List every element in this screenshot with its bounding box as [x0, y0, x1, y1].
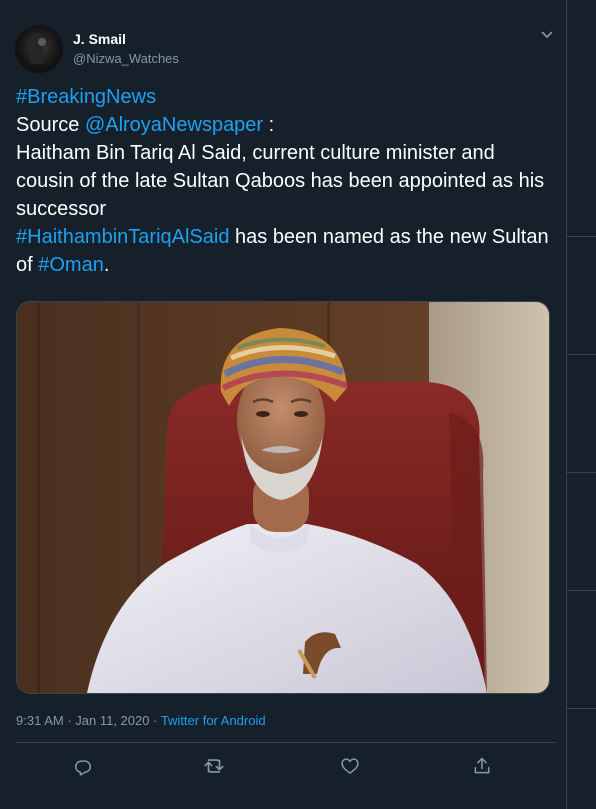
like-button[interactable]	[339, 755, 361, 777]
tweet-actions	[16, 743, 556, 793]
mention-alroyanewspaper[interactable]: @AlroyaNewspaper	[85, 114, 263, 136]
adjacent-divider	[567, 472, 596, 473]
heart-icon	[341, 758, 359, 774]
share-button[interactable]	[471, 755, 493, 777]
portrait-illustration	[17, 302, 549, 693]
tweet-card[interactable]: J. Smail @Nizwa_Watches #BreakingNews So…	[0, 0, 567, 809]
source-label: Source	[16, 114, 85, 136]
tweet-date[interactable]: Jan 11, 2020	[75, 713, 149, 728]
tweet-source-app[interactable]: Twitter for Android	[161, 713, 266, 728]
hashtag-oman[interactable]: #Oman	[38, 254, 104, 276]
source-suffix: :	[263, 114, 275, 136]
tweet-header: J. Smail @Nizwa_Watches	[15, 25, 555, 73]
share-icon	[474, 757, 490, 774]
tweet-time[interactable]: 9:31 AM	[16, 713, 64, 728]
chevron-down-icon[interactable]	[539, 27, 555, 43]
retweet-button[interactable]	[203, 755, 225, 777]
tweet-text: #BreakingNews Source @AlroyaNewspaper : …	[16, 83, 556, 279]
meta-separator-2: ·	[149, 713, 161, 728]
tweet-photo[interactable]	[16, 301, 550, 694]
announcement-text: Haitham Bin Tariq Al Said, current cultu…	[16, 142, 545, 220]
author-handle[interactable]: @Nizwa_Watches	[73, 50, 179, 67]
avatar[interactable]	[15, 25, 63, 73]
adjacent-divider	[567, 590, 596, 591]
author-names[interactable]: J. Smail @Nizwa_Watches	[73, 31, 179, 67]
reply-icon	[74, 760, 92, 776]
adjacent-divider	[567, 354, 596, 355]
tweet-meta: 9:31 AM · Jan 11, 2020 · Twitter for And…	[16, 712, 266, 729]
adjacent-divider	[567, 708, 596, 709]
reply-button[interactable]	[72, 755, 94, 777]
adjacent-divider	[567, 236, 596, 237]
author-display-name[interactable]: J. Smail	[73, 31, 179, 48]
hashtag-breakingnews[interactable]: #BreakingNews	[16, 86, 156, 108]
avatar-highlight	[38, 38, 46, 46]
adjacent-column	[567, 0, 596, 809]
hashtag-haithambintariqalsaid[interactable]: #HaithambinTariqAlSaid	[16, 226, 229, 248]
meta-separator: ·	[63, 713, 76, 728]
retweet-icon	[204, 759, 224, 773]
end-punctuation: .	[103, 254, 110, 276]
